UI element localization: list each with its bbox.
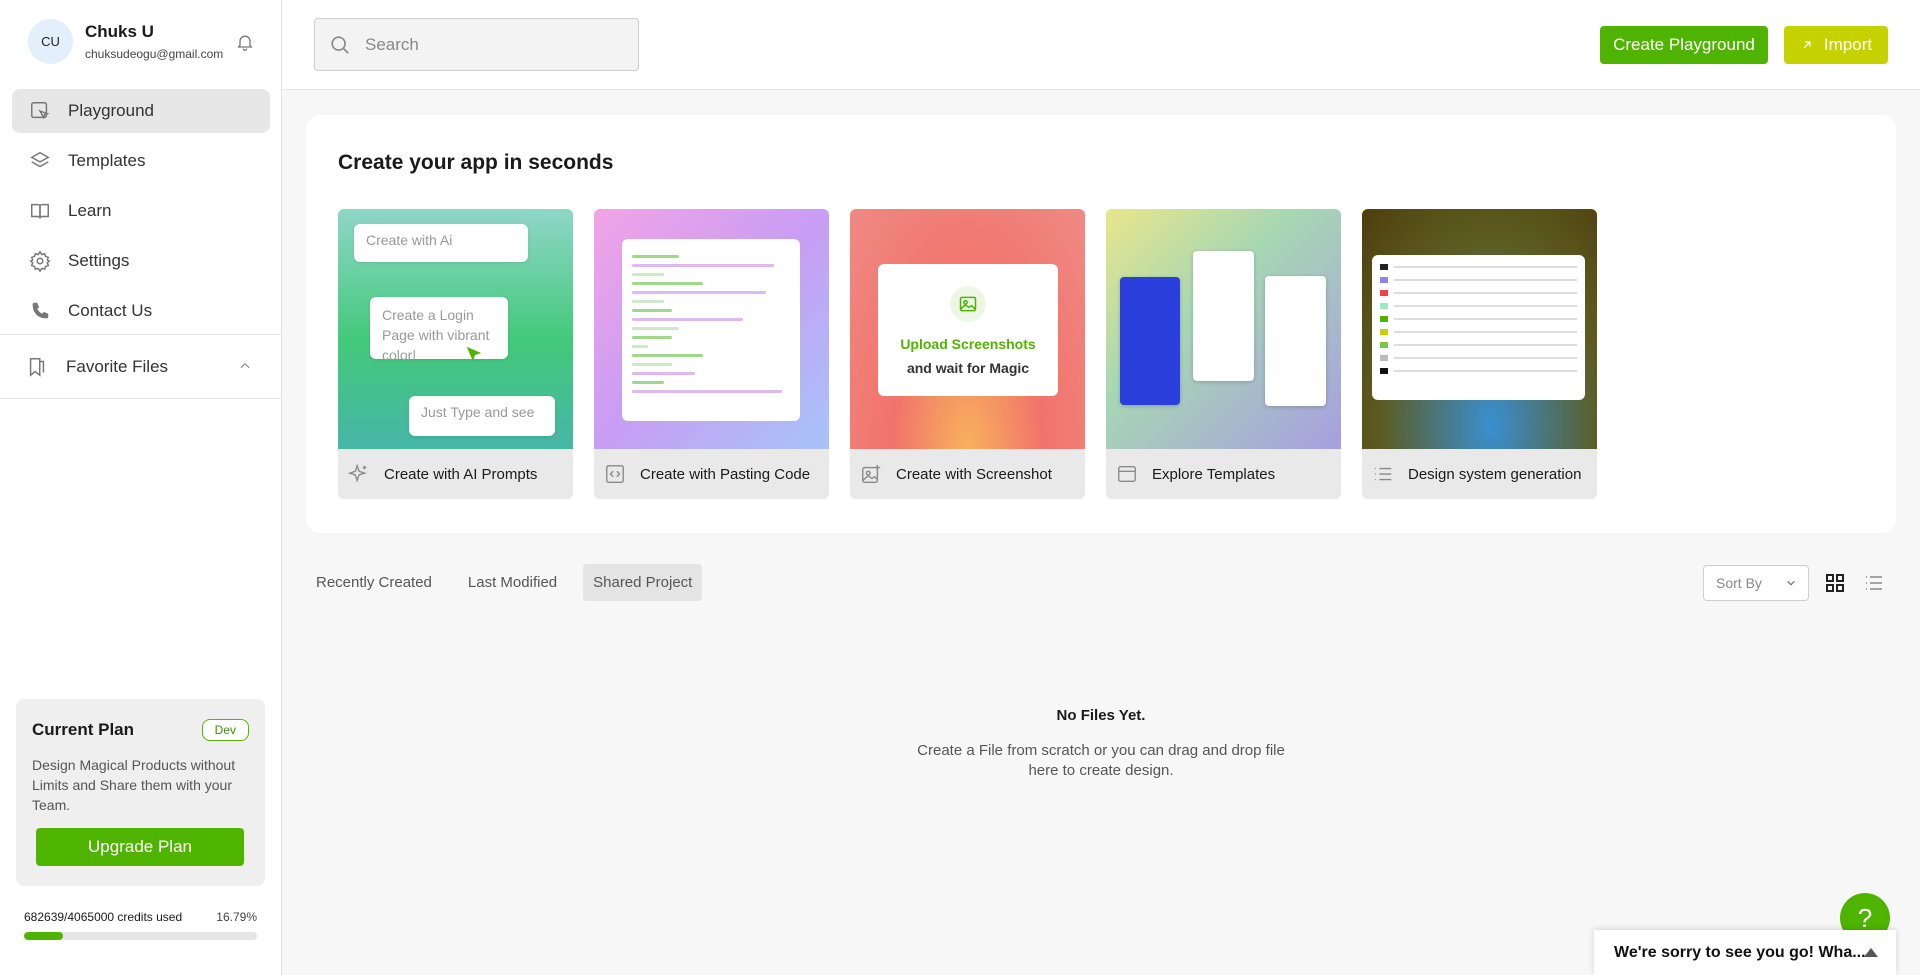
sidebar: CU Chuks U chuksudeogu@gmail.com Playgro… — [0, 0, 282, 975]
sidebar-item-learn[interactable]: Learn — [12, 189, 270, 233]
plan-badge: Dev — [201, 719, 249, 741]
profile-name: Chuks U — [85, 21, 154, 41]
code-icon — [606, 465, 624, 483]
create-options: Create with Ai Create a Login Page with … — [338, 209, 1618, 499]
playground-icon — [28, 99, 52, 123]
empty-state-title: No Files Yet. — [1056, 707, 1146, 724]
phone-mockup — [1120, 277, 1180, 405]
card-create-with-screenshot[interactable]: Upload Screenshots and wait for Magic Cr… — [850, 209, 1085, 499]
tab-recently-created[interactable]: Recently Created — [306, 564, 442, 601]
preview-type-box: Just Type and see — [409, 396, 555, 436]
credits-percent: 16.79% — [216, 910, 257, 924]
tab-shared-project[interactable]: Shared Project — [583, 564, 703, 601]
profile[interactable]: CU Chuks U chuksudeogu@gmail.com — [28, 18, 271, 64]
current-plan-card: Current Plan Dev Design Magical Products… — [16, 699, 265, 886]
grid-icon — [1826, 574, 1844, 592]
create-app-panel: Create your app in seconds Create with A… — [306, 115, 1896, 533]
arrow-up-right-icon — [1803, 41, 1811, 49]
plan-title: Current Plan — [32, 720, 135, 739]
search-box[interactable] — [314, 18, 639, 71]
design-system-preview — [1362, 209, 1597, 449]
upload-title: Upload Screenshots — [900, 336, 1036, 352]
sidebar-item-label: Contact Us — [68, 301, 153, 320]
sparkle-icon — [348, 463, 367, 483]
card-design-system-generation[interactable]: Design system generation — [1362, 209, 1597, 499]
feedback-banner[interactable]: We're sorry to see you go! Wha... — [1594, 930, 1896, 975]
main-content: Create your app in seconds Create with A… — [282, 90, 1920, 975]
preview-prompt-box: Create a Login Page with vibrant color| — [370, 297, 508, 363]
import-button[interactable]: Import — [1784, 26, 1888, 64]
sidebar-item-templates[interactable]: Templates — [12, 139, 270, 183]
preview-ai-box: Create with Ai — [354, 224, 528, 262]
sidebar-item-label: Playground — [68, 101, 155, 120]
card-create-with-pasting-code[interactable]: Create with Pasting Code — [594, 209, 829, 499]
project-tabs: Recently Created Last Modified Shared Pr… — [306, 564, 718, 601]
phone-mockup — [1193, 251, 1254, 381]
card-create-with-ai-prompts[interactable]: Create with Ai Create a Login Page with … — [338, 209, 573, 499]
sidebar-item-label: Settings — [68, 251, 130, 270]
bookmark-icon — [29, 357, 45, 377]
phone-icon — [28, 299, 52, 323]
create-playground-button[interactable]: Create Playground — [1600, 26, 1768, 64]
caret-up-icon[interactable] — [1864, 948, 1878, 957]
sort-by-label: Sort By — [1716, 575, 1762, 591]
import-label: Import — [1823, 35, 1873, 54]
search-input[interactable] — [365, 34, 625, 55]
ai-prompts-preview: Create with Ai Create a Login Page with … — [338, 209, 573, 449]
templates-preview — [1106, 209, 1341, 449]
layers-icon — [28, 149, 52, 173]
sidebar-item-label: Learn — [68, 201, 112, 220]
panel-title: Create your app in seconds — [338, 151, 614, 174]
search-icon — [331, 35, 349, 54]
sort-by-select[interactable]: Sort By — [1703, 565, 1809, 601]
list-icon — [1374, 467, 1392, 481]
image-icon — [959, 296, 977, 312]
upload-subtitle: and wait for Magic — [906, 360, 1030, 376]
grid-view-toggle[interactable] — [1821, 569, 1849, 597]
table-preview — [1372, 255, 1585, 400]
sidebar-item-playground[interactable]: Playground — [12, 89, 270, 133]
list-view-toggle[interactable] — [1860, 569, 1888, 597]
upgrade-plan-button[interactable]: Upgrade Plan — [36, 828, 244, 866]
empty-state-description: Create a File from scratch or you can dr… — [917, 742, 1285, 779]
sidebar-nav: Playground Templates Learn Settings Cont… — [12, 89, 270, 339]
plan-description: Design Magical Products without Limits a… — [32, 757, 236, 813]
sidebar-item-settings[interactable]: Settings — [12, 239, 270, 283]
sidebar-item-label: Templates — [68, 151, 146, 170]
feedback-text: We're sorry to see you go! Wha... — [1614, 943, 1866, 961]
chevron-up-icon[interactable] — [238, 359, 252, 373]
tab-last-modified[interactable]: Last Modified — [458, 564, 567, 601]
top-bar: Create Playground Import — [282, 0, 1920, 90]
card-label: Design system generation — [1408, 465, 1582, 483]
list-view-icon — [1866, 576, 1882, 590]
pasting-code-preview — [594, 209, 829, 449]
screenshot-preview: Upload Screenshots and wait for Magic — [850, 209, 1085, 449]
gear-icon — [28, 249, 52, 273]
phone-mockup — [1265, 276, 1326, 406]
card-explore-templates[interactable]: Explore Templates — [1106, 209, 1341, 499]
profile-email: chuksudeogu@gmail.com — [85, 46, 224, 61]
credits-text: 682639/4065000 credits used — [24, 910, 183, 924]
bell-icon[interactable] — [235, 32, 255, 52]
book-icon — [28, 199, 52, 223]
credits-progress-fill — [24, 932, 64, 940]
upload-screenshot-box: Upload Screenshots and wait for Magic — [878, 264, 1058, 396]
card-label: Create with Pasting Code — [640, 465, 811, 483]
card-label: Create with AI Prompts — [384, 465, 538, 483]
credits-usage: 682639/4065000 credits used 16.79% — [24, 910, 257, 924]
card-label: Explore Templates — [1152, 465, 1276, 483]
credits-progress-bar — [24, 932, 257, 940]
window-icon — [1118, 465, 1136, 483]
avatar[interactable]: CU — [28, 18, 73, 64]
chevron-down-icon — [1787, 580, 1795, 586]
sidebar-item-contact-us[interactable]: Contact Us — [12, 289, 270, 333]
favorite-files-section[interactable]: Favorite Files — [0, 334, 282, 399]
favorite-files-label: Favorite Files — [66, 356, 169, 376]
card-label: Create with Screenshot — [896, 465, 1052, 483]
image-add-icon — [862, 464, 881, 483]
code-sheet — [622, 239, 800, 421]
cursor-icon — [466, 346, 482, 362]
